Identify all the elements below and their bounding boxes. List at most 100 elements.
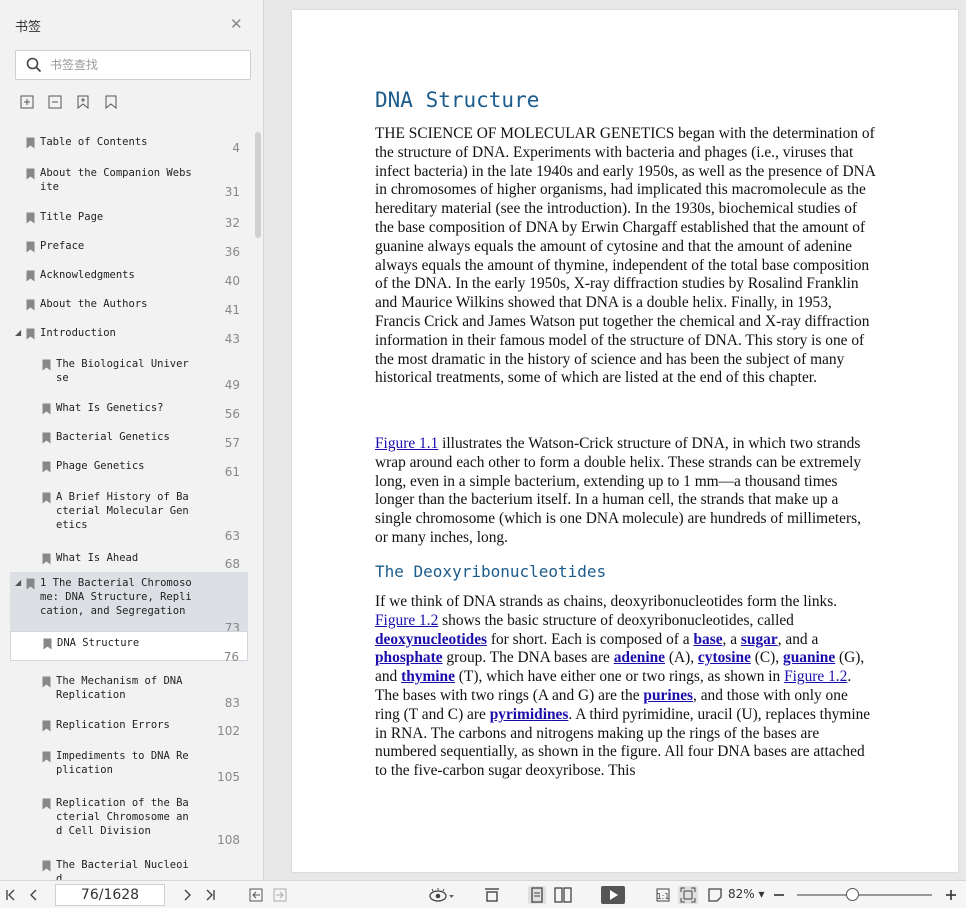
- paragraph-text: group. The DNA bases are: [442, 649, 614, 667]
- glossary-link[interactable]: guanine: [783, 649, 835, 666]
- figure-link[interactable]: Figure 1.2: [784, 668, 847, 685]
- continuous-scroll-icon[interactable]: [483, 886, 501, 904]
- bookmark-page-number: 61: [224, 465, 240, 479]
- glossary-link[interactable]: base: [693, 631, 722, 648]
- bookmark-item[interactable]: Acknowledgments 40: [10, 264, 248, 292]
- bookmark-page-number: 32: [224, 216, 240, 230]
- two-page-icon[interactable]: [553, 886, 573, 904]
- bookmark-item[interactable]: ◢ 1 The Bacterial Chromoso me: DNA Struct…: [10, 572, 248, 635]
- bookmark-icon: [42, 359, 51, 371]
- play-slideshow-icon[interactable]: [600, 886, 626, 904]
- bookmark-page-number: 63: [224, 529, 240, 543]
- bookmark-icon: [42, 461, 51, 473]
- bookmark-scrollbar[interactable]: [255, 132, 261, 238]
- bookmark-toolbar: [18, 93, 120, 113]
- bookmark-label: Replication Errors: [56, 719, 170, 731]
- zoom-slider-track[interactable]: [797, 894, 932, 896]
- expand-all-icon[interactable]: [18, 93, 36, 111]
- bookmark-page-number: 68: [224, 557, 240, 571]
- forward-icon[interactable]: [272, 886, 288, 904]
- back-icon[interactable]: [248, 886, 264, 904]
- glossary-link[interactable]: cytosine: [698, 649, 751, 666]
- glossary-link[interactable]: thymine: [401, 668, 455, 685]
- glossary-link[interactable]: purines: [643, 687, 693, 704]
- paragraph-text: (T), which have either one or two rings,…: [454, 668, 785, 686]
- bookmark-item[interactable]: About the Companion Webs ite 31: [10, 162, 248, 203]
- bookmark-page-number: 105: [217, 770, 240, 784]
- bookmark-search-input[interactable]: [50, 55, 240, 75]
- paragraph: If we think of DNA strands as chains, de…: [375, 593, 875, 781]
- bookmark-item[interactable]: What Is Genetics? 56: [10, 397, 248, 425]
- bookmark-item[interactable]: Preface 36: [10, 235, 248, 263]
- bookmark-item[interactable]: Impediments to DNA Re plication 105: [10, 745, 248, 788]
- bookmark-item[interactable]: What Is Ahead 68: [10, 547, 248, 575]
- bookmark-icon: [26, 270, 35, 282]
- collapse-all-icon[interactable]: [46, 93, 64, 111]
- figure-link[interactable]: Figure 1.2: [375, 612, 438, 629]
- bookmark-page-number: 40: [224, 274, 240, 288]
- bookmark-label: Table of Contents: [40, 136, 148, 148]
- bookmark-search-box[interactable]: [15, 50, 251, 80]
- bookmark-item[interactable]: A Brief History of Ba cterial Molecular …: [10, 486, 248, 547]
- bookmark-page-number: 83: [224, 696, 240, 710]
- bookmark-item[interactable]: Replication of the Ba cterial Chromosome…: [10, 792, 248, 851]
- bookmark-icon[interactable]: [102, 93, 120, 111]
- bookmark-label: Introduction: [40, 327, 116, 339]
- paragraph-text: If we think of DNA strands as chains, de…: [375, 593, 838, 610]
- last-page-icon[interactable]: [203, 886, 217, 904]
- glossary-link[interactable]: pyrimidines: [490, 706, 569, 723]
- page-number-input[interactable]: [55, 884, 165, 906]
- fit-page-icon[interactable]: [678, 886, 698, 904]
- previous-page-icon[interactable]: [27, 886, 41, 904]
- glossary-link[interactable]: adenine: [614, 649, 665, 666]
- bookmark-label: Title Page: [40, 211, 104, 223]
- bookmark-label: DNA Structure: [57, 637, 140, 649]
- paragraph: THE SCIENCE OF MOLECULAR GENETICS began …: [375, 125, 876, 387]
- bookmark-label: Replication of the Ba cterial Chromosome…: [56, 797, 189, 837]
- bookmark-item[interactable]: Title Page 32: [10, 206, 248, 234]
- bookmark-label: Preface: [40, 240, 85, 252]
- paragraph-text: for short. Each is composed of a: [487, 630, 694, 648]
- add-bookmark-icon[interactable]: [74, 93, 92, 111]
- status-toolbar: 1:1 82% ▾: [0, 880, 966, 908]
- zoom-slider-handle[interactable]: [846, 888, 859, 901]
- zoom-out-icon[interactable]: [773, 886, 785, 904]
- subsection-heading: The Deoxyribonucleotides: [375, 562, 607, 581]
- bookmark-label: A Brief History of Ba cterial Molecular …: [56, 491, 189, 531]
- zoom-level[interactable]: 82% ▾: [728, 887, 765, 901]
- bookmark-item[interactable]: Table of Contents 4: [10, 131, 248, 159]
- bookmark-item[interactable]: Replication Errors 102: [10, 714, 248, 742]
- glossary-link[interactable]: deoxynucleotides: [375, 631, 487, 648]
- bookmark-label: Impediments to DNA Re plication: [56, 750, 189, 776]
- paragraph-text: shows the basic structure of deoxyribonu…: [438, 611, 794, 629]
- bookmark-page-number: 41: [224, 303, 240, 317]
- bookmark-label: The Bacterial Nucleoi d: [56, 859, 189, 880]
- zoom-in-icon[interactable]: [945, 886, 957, 904]
- actual-size-icon[interactable]: 1:1: [655, 886, 671, 904]
- single-page-icon[interactable]: [528, 886, 546, 904]
- bookmark-icon: [26, 137, 35, 149]
- paragraph-text: , a: [722, 630, 741, 648]
- first-page-icon[interactable]: [4, 886, 18, 904]
- glossary-link[interactable]: sugar: [741, 631, 778, 648]
- bookmark-item[interactable]: The Biological Univer se 49: [10, 353, 248, 396]
- glossary-link[interactable]: phosphate: [375, 649, 443, 666]
- fit-width-icon[interactable]: [706, 886, 724, 904]
- next-page-icon[interactable]: [180, 886, 194, 904]
- bookmark-item[interactable]: Bacterial Genetics 57: [10, 426, 248, 454]
- bookmark-icon: [42, 860, 51, 872]
- bookmark-item[interactable]: ◢ Introduction 43: [10, 322, 248, 350]
- expand-arrow-icon[interactable]: ◢: [15, 578, 21, 587]
- bookmark-item[interactable]: About the Authors 41: [10, 293, 248, 321]
- eye-protect-icon[interactable]: [427, 886, 457, 904]
- expand-arrow-icon[interactable]: ◢: [15, 328, 21, 337]
- figure-link[interactable]: Figure 1.1: [375, 435, 438, 452]
- bookmark-icon: [42, 676, 51, 688]
- svg-text:1:1: 1:1: [657, 892, 670, 901]
- bookmark-page-number: 57: [224, 436, 240, 450]
- bookmark-item[interactable]: Phage Genetics 61: [10, 455, 248, 483]
- bookmark-item[interactable]: The Bacterial Nucleoi d: [10, 854, 248, 880]
- close-icon[interactable]: ✕: [230, 16, 243, 32]
- bookmark-item[interactable]: The Mechanism of DNA Replication 83: [10, 670, 248, 714]
- bookmark-item[interactable]: DNA Structure 76: [10, 631, 248, 664]
